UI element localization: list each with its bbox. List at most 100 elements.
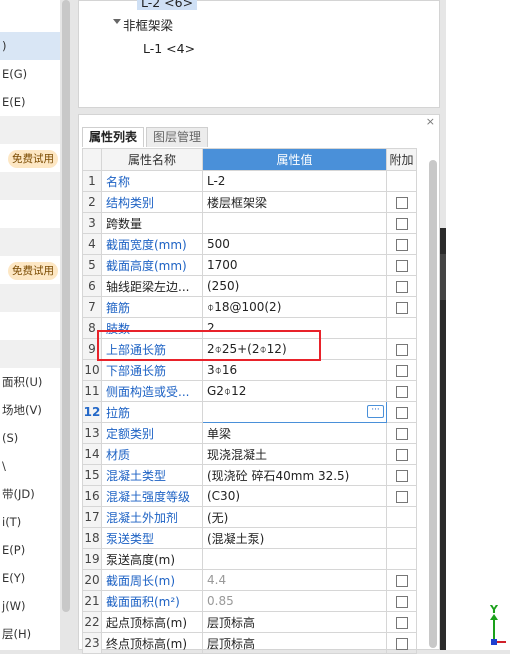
property-value-cell[interactable] [202, 212, 387, 234]
extra-checkbox[interactable] [395, 406, 408, 419]
property-value-cell[interactable]: 500 [202, 233, 387, 255]
drawing-canvas[interactable] [446, 0, 510, 650]
property-value-cell[interactable]: 层顶标高 [202, 611, 387, 633]
extra-checkbox-cell[interactable] [386, 422, 417, 444]
left-menu-item[interactable] [0, 200, 60, 228]
left-menu-item[interactable]: 层(H) [0, 620, 60, 648]
property-row[interactable]: 1 名称 L-2 [82, 170, 417, 192]
extra-checkbox[interactable] [395, 280, 408, 293]
left-menu-item[interactable] [0, 340, 60, 368]
extra-checkbox-cell[interactable] [386, 296, 417, 318]
property-value-cell[interactable]: (C30) [202, 485, 387, 507]
property-row[interactable]: 18 泵送类型 (混凝土泵) [82, 527, 417, 549]
left-menu-item[interactable]: E(Y) [0, 564, 60, 592]
property-row[interactable]: 13 定额类别 单梁 [82, 422, 417, 444]
extra-checkbox[interactable] [395, 448, 408, 461]
property-row[interactable]: 20 截面周长(m) 4.4 [82, 569, 417, 591]
property-row[interactable]: 22 起点顶标高(m) 层顶标高 [82, 611, 417, 633]
property-value-cell[interactable]: (现浇砼 碎石40mm 32.5) [202, 464, 387, 486]
extra-checkbox[interactable] [395, 259, 408, 272]
property-value-cell[interactable]: (无) [202, 506, 387, 528]
property-value-cell[interactable]: 4.4 [202, 569, 387, 591]
extra-checkbox[interactable] [395, 490, 408, 503]
property-value-cell[interactable]: G2⌽12 [202, 380, 387, 402]
extra-checkbox-cell[interactable] [386, 464, 417, 486]
close-icon[interactable]: × [426, 115, 435, 128]
tab-layer-management[interactable]: 图层管理 [146, 127, 209, 147]
extra-checkbox-cell[interactable] [386, 275, 417, 297]
extra-checkbox-cell[interactable] [386, 359, 417, 381]
header-property-value[interactable]: 属性值 [202, 148, 387, 171]
extra-checkbox-cell[interactable] [386, 590, 417, 612]
property-value-cell[interactable]: (混凝土泵) [202, 527, 387, 549]
left-menu-item[interactable]: 场地(V) [0, 396, 60, 424]
free-trial-badge[interactable]: 免费试用 [8, 262, 58, 280]
property-value-cell[interactable]: 单梁 [202, 422, 387, 444]
property-row[interactable]: 10 下部通长筋 3⌽16 [82, 359, 417, 381]
property-row[interactable]: 3 跨数量 [82, 212, 417, 234]
property-value-cell[interactable]: 现浇混凝土 [202, 443, 387, 465]
left-menu-item[interactable]: 带(JD) [0, 480, 60, 508]
extra-checkbox-cell[interactable] [386, 233, 417, 255]
extra-checkbox-cell[interactable] [386, 443, 417, 465]
extra-checkbox-cell[interactable] [386, 212, 417, 234]
property-row[interactable]: 17 混凝土外加剂 (无) [82, 506, 417, 528]
property-row[interactable]: 14 材质 现浇混凝土 [82, 443, 417, 465]
extra-checkbox[interactable] [395, 427, 408, 440]
left-scrollbar[interactable] [62, 0, 70, 612]
tab-property-list[interactable]: 属性列表 [82, 127, 145, 147]
left-menu-item[interactable] [0, 172, 60, 200]
property-value-cell[interactable]: ··· [202, 401, 387, 423]
left-menu-item[interactable]: i(T) [0, 508, 60, 536]
extra-checkbox-cell[interactable] [386, 338, 417, 360]
collapse-handle[interactable] [440, 254, 446, 300]
left-menu-item[interactable] [0, 116, 60, 144]
more-options-button[interactable]: ··· [367, 405, 384, 418]
property-scrollbar[interactable] [429, 160, 437, 648]
property-value-cell[interactable]: 楼层框架梁 [202, 191, 387, 213]
extra-checkbox[interactable] [395, 343, 408, 356]
property-value-cell[interactable]: 0.85 [202, 590, 387, 612]
extra-checkbox[interactable] [395, 238, 408, 251]
extra-checkbox-cell[interactable] [386, 401, 417, 423]
property-row[interactable]: 23 终点顶标高(m) 层顶标高 [82, 632, 417, 654]
extra-checkbox[interactable] [395, 595, 408, 608]
property-value-cell[interactable]: 层顶标高 [202, 632, 387, 654]
left-menu-item[interactable]: E(G) [0, 60, 60, 88]
property-value-cell[interactable]: 3⌽16 [202, 359, 387, 381]
extra-checkbox-cell[interactable] [386, 254, 417, 276]
extra-checkbox-cell[interactable] [386, 380, 417, 402]
property-value-cell[interactable] [202, 548, 387, 570]
extra-checkbox[interactable] [395, 364, 408, 377]
property-row[interactable]: 19 泵送高度(m) [82, 548, 417, 570]
left-menu-item[interactable] [0, 312, 60, 340]
left-menu-item[interactable]: E(P) [0, 536, 60, 564]
property-row[interactable]: 7 箍筋 ⌽18@100(2) [82, 296, 417, 318]
extra-checkbox[interactable] [395, 301, 408, 314]
property-row[interactable]: 11 侧面构造或受... G2⌽12 [82, 380, 417, 402]
extra-checkbox[interactable] [395, 217, 408, 230]
property-row[interactable]: 4 截面宽度(mm) 500 [82, 233, 417, 255]
property-row[interactable]: 21 截面面积(m²) 0.85 [82, 590, 417, 612]
tree-item-l1[interactable]: L-1 <4> [143, 41, 195, 56]
property-value-cell[interactable]: (250) [202, 275, 387, 297]
property-row[interactable]: 5 截面高度(mm) 1700 [82, 254, 417, 276]
extra-checkbox-cell[interactable] [386, 611, 417, 633]
left-menu-item[interactable]: 面积(U) [0, 368, 60, 396]
property-row[interactable]: 15 混凝土类型 (现浇砼 碎石40mm 32.5) [82, 464, 417, 486]
extra-checkbox-cell[interactable] [386, 485, 417, 507]
free-trial-badge[interactable]: 免费试用 [8, 150, 58, 168]
left-menu-item[interactable]: ) [0, 32, 60, 60]
left-menu-item[interactable]: \ [0, 452, 60, 480]
property-value-cell[interactable]: 1700 [202, 254, 387, 276]
property-value-cell[interactable]: L-2 [202, 170, 387, 192]
extra-checkbox[interactable] [395, 469, 408, 482]
left-menu-item[interactable]: E(E) [0, 88, 60, 116]
property-value-cell[interactable]: ⌽18@100(2) [202, 296, 387, 318]
extra-checkbox[interactable] [395, 637, 408, 650]
property-row[interactable]: 6 轴线距梁左边... (250) [82, 275, 417, 297]
left-menu-item[interactable]: j(W) [0, 592, 60, 620]
left-menu-item[interactable] [0, 228, 60, 256]
extra-checkbox-cell[interactable] [386, 632, 417, 654]
left-menu-item[interactable]: 免费试用 [0, 144, 60, 172]
